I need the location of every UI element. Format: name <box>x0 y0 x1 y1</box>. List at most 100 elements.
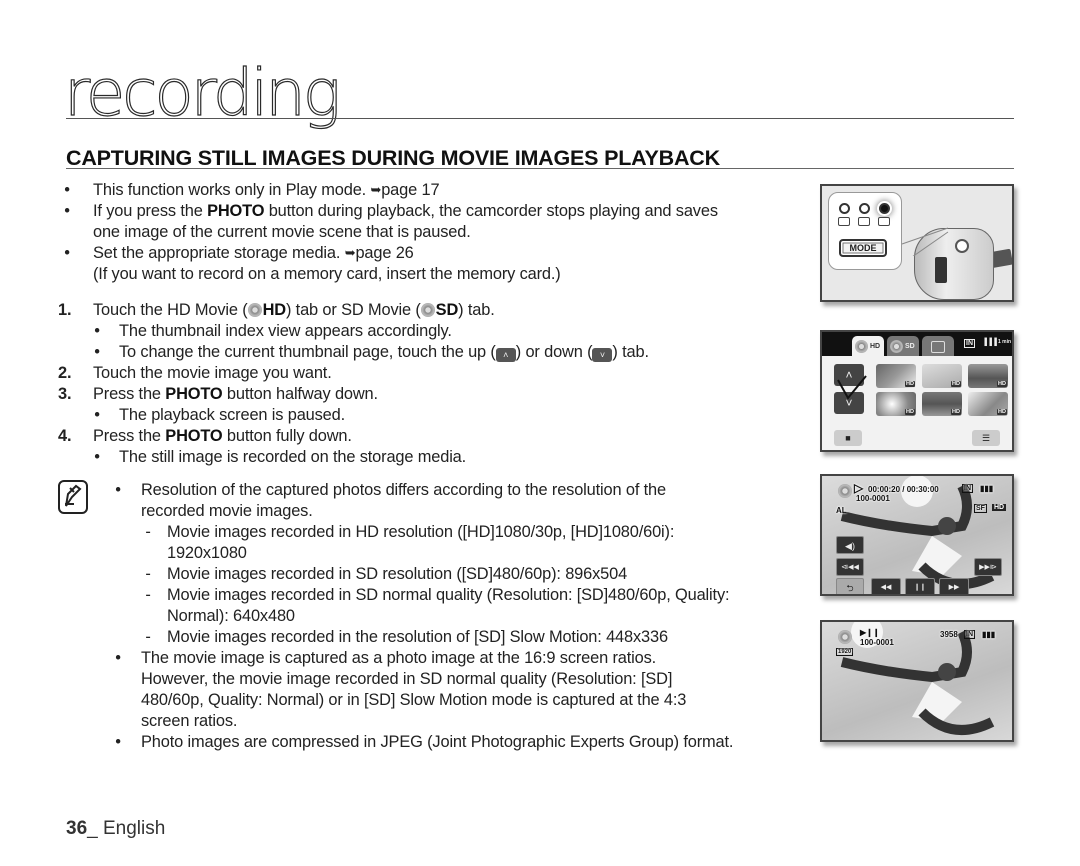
hd-movie-icon <box>838 484 852 498</box>
tab-hd-movie[interactable]: HD <box>852 336 884 358</box>
note-text: Movie images recorded in HD resolution (… <box>167 523 675 541</box>
step-text: ) tab. <box>458 301 495 319</box>
note-text: Resolution of the captured photos differ… <box>141 481 666 499</box>
menu-button[interactable]: ☰ <box>972 430 1000 446</box>
photo-button-label: PHOTO <box>207 202 265 220</box>
timecode: 00:00:20 / 00:30:00 <box>868 485 939 494</box>
camera-icon <box>858 217 870 226</box>
photo-icon <box>931 341 945 353</box>
photo-count: 3958 <box>940 630 958 639</box>
battery-time: 1 min <box>998 339 1012 345</box>
page-footer: 36_ English <box>66 818 165 840</box>
bullet-dot: • <box>64 244 70 262</box>
mode-button[interactable]: MODE <box>839 239 887 257</box>
battery-icon: ▮▮▮ <box>980 484 994 493</box>
step-text: ) tab or SD Movie ( <box>285 301 421 319</box>
pause-button[interactable]: ❙❙ <box>905 578 935 594</box>
thumbnail-area: ˄ ˅ 1/2 HD HD HD HD HD HD ■ ☰ <box>822 356 1012 450</box>
note-icon <box>58 480 88 514</box>
rewind-button[interactable]: ◀◀ <box>871 578 901 594</box>
storage-indicator: IN <box>964 630 975 639</box>
sub-bullet-text: The thumbnail index view appears accordi… <box>119 322 452 340</box>
up-tab-icon: ˄ <box>495 348 516 362</box>
bullet-text: This function works only in Play mode. <box>93 181 371 199</box>
tab-sd-movie[interactable]: SD <box>887 336 919 358</box>
tab-photo[interactable] <box>922 336 954 358</box>
bullet-dot: • <box>64 181 70 199</box>
thumbnail[interactable]: HD <box>876 364 916 388</box>
note-text: Movie images recorded in the resolution … <box>167 628 668 646</box>
sd-label: SD <box>435 301 459 319</box>
note-text: Movie images recorded in SD resolution (… <box>167 565 628 583</box>
page-number: 36 <box>66 818 88 839</box>
sd-movie-icon <box>420 303 435 317</box>
battery-icon: ▐▐▐ <box>982 339 997 346</box>
bullet-dot: • <box>115 649 121 667</box>
page-ref-arrow-icon: ➥ <box>344 245 356 260</box>
page-ref-link[interactable]: page 26 <box>355 244 413 262</box>
bullet-dot: • <box>64 202 70 220</box>
step-number: 2. <box>58 364 72 382</box>
mode-dial-illustration: MODE <box>820 184 1014 302</box>
hd-movie-icon <box>247 303 262 317</box>
step-text: Press the <box>93 385 166 403</box>
playback-screen: ▷ 00:00:20 / 00:30:00 100-0001 IN ▮▮▮ AL… <box>820 474 1014 596</box>
down-tab-icon: ˅ <box>592 348 613 362</box>
storage-indicator: IN <box>964 339 975 348</box>
bullet-text: button during playback, the camcorder st… <box>264 202 718 220</box>
hd-badge: HD <box>997 381 1007 387</box>
battery-icon: ▮▮▮ <box>982 630 996 639</box>
bullet-dot: • <box>94 322 100 340</box>
step-text: button fully down. <box>222 427 352 445</box>
step-text: Touch the movie image you want. <box>93 364 332 382</box>
sub-bullet-text: To change the current thumbnail page, to… <box>119 343 496 361</box>
step-number: 1. <box>58 301 72 319</box>
callout-pointer <box>901 227 949 256</box>
play-state-icon: ▷ <box>854 481 864 495</box>
storage-indicator: IN <box>962 484 973 493</box>
step-text: Press the <box>93 427 166 445</box>
photo-size-indicator: 1920 <box>836 648 854 656</box>
sub-bullet-text: ) or down ( <box>515 343 593 361</box>
fast-forward-button[interactable]: ▶▶ <box>939 578 969 594</box>
dash-marker: - <box>145 586 151 604</box>
record-button-icon <box>955 239 969 253</box>
photo-button-label: PHOTO <box>165 385 223 403</box>
thumbnail[interactable]: HD <box>968 392 1008 416</box>
dash-marker: - <box>145 523 151 541</box>
note-text: The movie image is captured as a photo i… <box>141 649 657 667</box>
file-number: 100-0001 <box>860 638 894 647</box>
page-ref-link[interactable]: page 17 <box>381 181 439 199</box>
chapter-rule <box>66 118 1014 119</box>
bullet-dot: • <box>94 448 100 466</box>
thumbnail-index-screen: HD SD IN ▐▐▐ 1 min ˄ ˅ 1/2 HD HD HD HD H… <box>820 330 1014 452</box>
pause-state-icon: ▶❙❙ <box>860 628 880 637</box>
hd-label: HD <box>262 301 287 319</box>
section-rule <box>66 168 1014 169</box>
hd-badge: HD <box>951 409 961 415</box>
previous-button[interactable]: ⧏◀◀ <box>836 558 864 576</box>
file-number: 100-0001 <box>856 494 890 503</box>
hd-badge: HD <box>905 381 915 387</box>
photo-mode-lamp-icon <box>859 203 870 214</box>
page-ref-arrow-icon: ➥ <box>370 182 382 197</box>
dash-marker: - <box>145 628 151 646</box>
return-button[interactable]: ⮌ <box>836 578 864 594</box>
thumbnail[interactable]: HD <box>922 392 962 416</box>
note-text: 1920x1080 <box>167 544 247 562</box>
page-language: _ English <box>87 818 166 839</box>
sub-bullet-text: The playback screen is paused. <box>119 406 346 424</box>
volume-button[interactable]: ◀) <box>836 536 864 554</box>
thumbnail[interactable]: HD <box>968 364 1008 388</box>
hd-movie-icon <box>855 340 868 353</box>
step-text: button halfway down. <box>222 385 378 403</box>
next-button[interactable]: ▶▶⧐ <box>974 558 1002 576</box>
playback-icon <box>878 217 890 226</box>
sub-bullet-text: The still image is recorded on the stora… <box>119 448 467 466</box>
mode-switch-button[interactable]: ■ <box>834 430 862 446</box>
thumbnail[interactable]: HD <box>922 364 962 388</box>
tab-label: SD <box>905 343 915 350</box>
touch-check-icon <box>837 375 867 400</box>
sub-bullet-text: ) tab. <box>612 343 649 361</box>
thumbnail[interactable]: HD <box>876 392 916 416</box>
